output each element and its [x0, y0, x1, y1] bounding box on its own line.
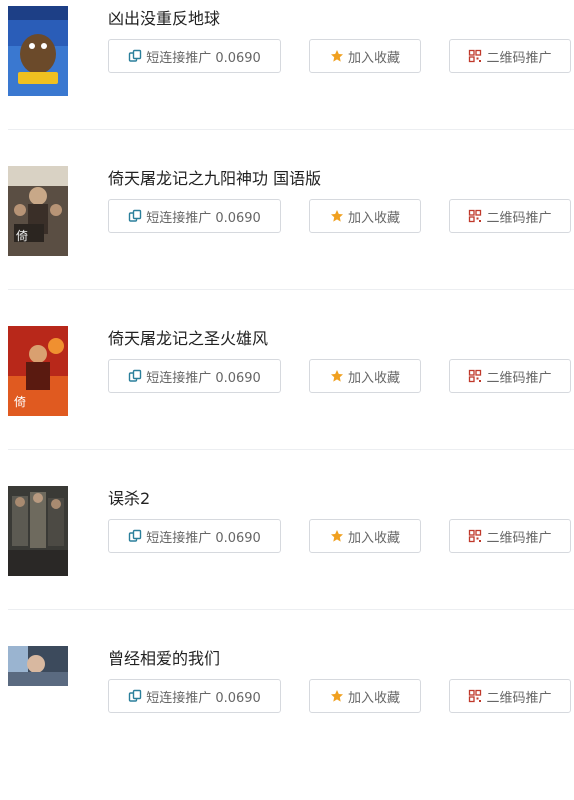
short-link-label: 短连接推广 0.0690: [146, 50, 261, 66]
add-favorite-label: 加入收藏: [347, 530, 400, 546]
list-item: 曾经相爱的我们 短连接推广 0.0690 加入收藏 二维码推广: [0, 640, 574, 800]
add-favorite-label: 加入收藏: [347, 690, 400, 706]
star-icon: [330, 689, 344, 703]
list-item: 凶出没重反地球 短连接推广 0.0690 加入收藏 二维码推广: [0, 0, 574, 160]
qrcode-icon: [468, 689, 482, 703]
svg-text:倚: 倚: [14, 395, 26, 409]
short-link-button[interactable]: 短连接推广 0.0690: [108, 519, 281, 553]
item-title[interactable]: 凶出没重反地球: [108, 5, 220, 29]
add-favorite-button[interactable]: 加入收藏: [309, 519, 421, 553]
add-favorite-label: 加入收藏: [347, 50, 400, 66]
short-link-button[interactable]: 短连接推广 0.0690: [108, 359, 281, 393]
qrcode-icon: [468, 209, 482, 223]
poster-thumbnail[interactable]: 倚: [8, 166, 68, 256]
qrcode-label: 二维码推广: [486, 370, 552, 386]
qrcode-icon: [468, 529, 482, 543]
short-link-button[interactable]: 短连接推广 0.0690: [108, 199, 281, 233]
qrcode-button[interactable]: 二维码推广: [449, 39, 571, 73]
qrcode-icon: [468, 369, 482, 383]
divider: [8, 609, 574, 610]
poster-thumbnail[interactable]: [8, 646, 68, 686]
qrcode-button[interactable]: 二维码推广: [449, 519, 571, 553]
link-icon: [128, 529, 142, 543]
short-link-button[interactable]: 短连接推广 0.0690: [108, 679, 281, 713]
item-title[interactable]: 倚天屠龙记之圣火雄风: [108, 325, 268, 349]
star-icon: [330, 369, 344, 383]
qrcode-label: 二维码推广: [486, 530, 552, 546]
add-favorite-button[interactable]: 加入收藏: [309, 39, 421, 73]
qrcode-button[interactable]: 二维码推广: [449, 199, 571, 233]
item-title[interactable]: 曾经相爱的我们: [108, 645, 220, 669]
link-icon: [128, 369, 142, 383]
divider: [8, 129, 574, 130]
qrcode-icon: [468, 49, 482, 63]
star-icon: [330, 209, 344, 223]
add-favorite-button[interactable]: 加入收藏: [309, 679, 421, 713]
list-item: 倚 倚天屠龙记之九阳神功 国语版 短连接推广 0.0690 加入收藏 二维码推广: [0, 160, 574, 320]
short-link-label: 短连接推广 0.0690: [146, 690, 261, 706]
divider: [8, 449, 574, 450]
add-favorite-button[interactable]: 加入收藏: [309, 359, 421, 393]
qrcode-label: 二维码推广: [486, 50, 552, 66]
qrcode-label: 二维码推广: [486, 690, 552, 706]
short-link-button[interactable]: 短连接推广 0.0690: [108, 39, 281, 73]
poster-thumbnail[interactable]: 倚: [8, 326, 68, 416]
qrcode-label: 二维码推广: [486, 210, 552, 226]
item-title[interactable]: 误杀2: [108, 485, 150, 509]
add-favorite-button[interactable]: 加入收藏: [309, 199, 421, 233]
short-link-label: 短连接推广 0.0690: [146, 530, 261, 546]
star-icon: [330, 529, 344, 543]
qrcode-button[interactable]: 二维码推广: [449, 679, 571, 713]
link-icon: [128, 209, 142, 223]
poster-thumbnail[interactable]: [8, 6, 68, 96]
divider: [8, 289, 574, 290]
svg-text:倚: 倚: [16, 229, 28, 243]
link-icon: [128, 49, 142, 63]
short-link-label: 短连接推广 0.0690: [146, 210, 261, 226]
poster-thumbnail[interactable]: [8, 486, 68, 576]
star-icon: [330, 49, 344, 63]
list-item: 误杀2 短连接推广 0.0690 加入收藏 二维码推广: [0, 480, 574, 640]
add-favorite-label: 加入收藏: [347, 210, 400, 226]
item-title[interactable]: 倚天屠龙记之九阳神功 国语版: [108, 165, 321, 189]
link-icon: [128, 689, 142, 703]
list-item: 倚 倚天屠龙记之圣火雄风 短连接推广 0.0690 加入收藏 二维码推广: [0, 320, 574, 480]
add-favorite-label: 加入收藏: [347, 370, 400, 386]
short-link-label: 短连接推广 0.0690: [146, 370, 261, 386]
qrcode-button[interactable]: 二维码推广: [449, 359, 571, 393]
